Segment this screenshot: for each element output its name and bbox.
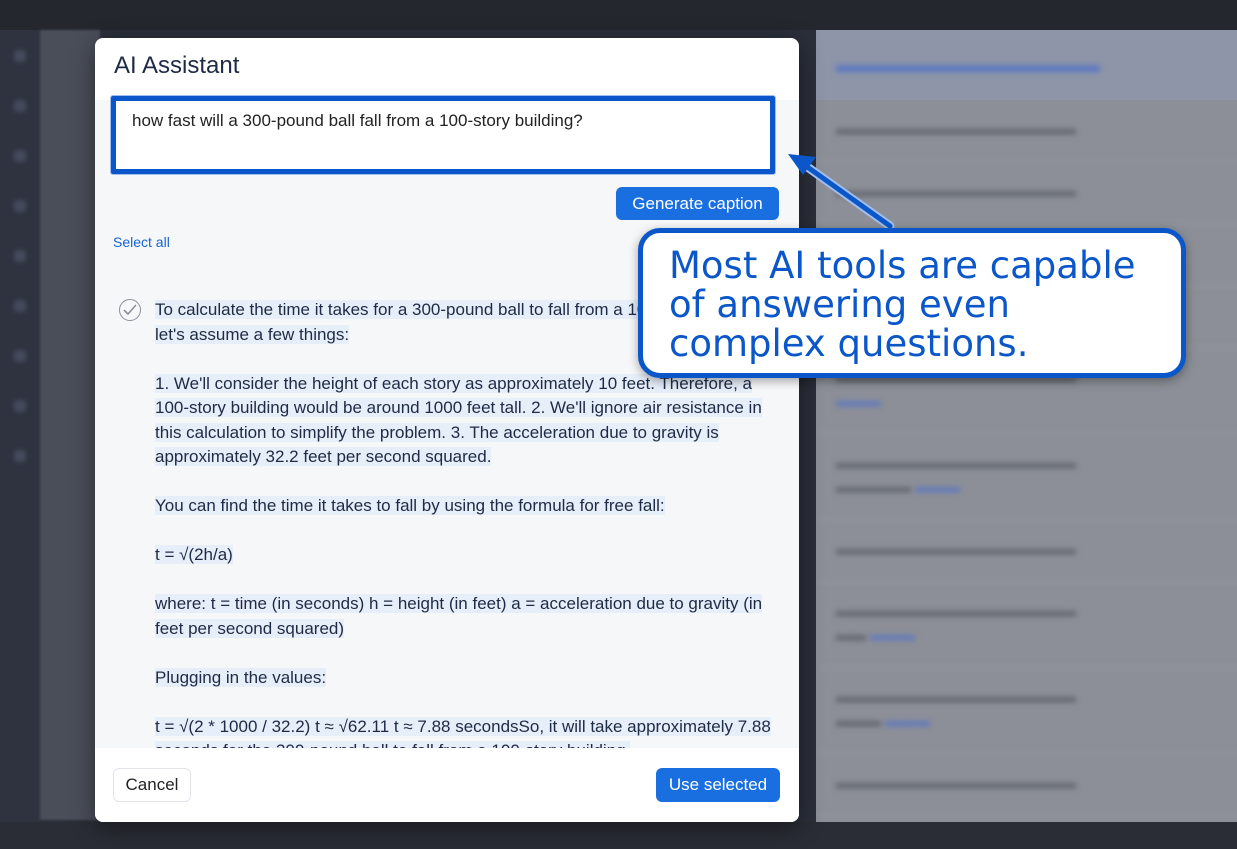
- answer-paragraph: t = √(2h/a): [155, 545, 233, 564]
- background-nav-icon: [14, 300, 26, 312]
- background-nav-icon: [14, 450, 26, 462]
- ai-assistant-dialog: AI Assistant how fast will a 300-pound b…: [95, 38, 799, 822]
- example-item-blurred: ▬▬▬▬▬▬▬▬▬▬▬▬▬▬▬▬: [816, 754, 1237, 816]
- example-item-blurred: ▬▬▬▬▬▬▬▬▬▬▬▬▬▬▬▬: [816, 162, 1237, 224]
- callout-text: Most AI tools are capable of answering e…: [669, 244, 1136, 365]
- answer-paragraph: 1. We'll consider the height of each sto…: [155, 373, 762, 466]
- dialog-title: AI Assistant: [114, 52, 240, 79]
- check-circle-icon[interactable]: [119, 299, 141, 321]
- background-nav-icon: [14, 250, 26, 262]
- examples-header: ▬▬▬▬▬▬▬▬▬▬▬▬: [816, 30, 1237, 100]
- use-selected-button[interactable]: Use selected: [656, 768, 780, 802]
- example-item-blurred: ▬▬▬▬▬▬▬▬▬▬▬▬▬▬▬▬ ▬▬ ▬▬▬: [816, 582, 1237, 668]
- background-nav-icon: [14, 50, 26, 62]
- answer-paragraph: where: t = time (in seconds) h = height …: [155, 594, 763, 638]
- answer-paragraph: You can find the time it takes to fall b…: [155, 496, 665, 515]
- example-item-blurred: ▬▬▬▬▬▬▬▬▬▬▬▬▬▬▬▬ ▬▬▬ ▬▬▬: [816, 668, 1237, 754]
- cancel-button[interactable]: Cancel: [113, 768, 191, 802]
- background-bottom-bar: [0, 822, 1237, 849]
- dialog-header: AI Assistant: [95, 38, 799, 100]
- prompt-input[interactable]: how fast will a 300-pound ball fall from…: [113, 100, 775, 174]
- example-item-blurred: ▬▬▬▬▬▬▬▬▬▬▬▬▬▬▬▬: [816, 520, 1237, 582]
- select-all-link[interactable]: Select all: [113, 234, 170, 250]
- annotation-callout: Most AI tools are capable of answering e…: [638, 228, 1186, 378]
- background-left-panel: [40, 30, 100, 820]
- background-nav-icon: [14, 350, 26, 362]
- background-nav-rail: [0, 30, 40, 849]
- background-nav-icon: [14, 200, 26, 212]
- answer-paragraph: Plugging in the values:: [155, 667, 327, 687]
- dialog-footer: Cancel Use selected: [95, 748, 799, 822]
- generate-caption-button[interactable]: Generate caption: [616, 187, 779, 220]
- examples-panel-blurred: ▬▬▬▬▬▬▬▬▬▬▬▬ ▬▬▬▬▬▬▬▬▬▬▬▬▬▬▬▬ ▬▬▬▬▬▬▬▬▬▬…: [816, 30, 1237, 822]
- example-item-blurred: ▬▬▬▬▬▬▬▬▬▬▬▬▬▬▬▬ ▬▬▬▬▬ ▬▬▬: [816, 434, 1237, 520]
- background-nav-icon: [14, 100, 26, 112]
- background-top-bar: [0, 0, 1237, 30]
- background-nav-icon: [14, 400, 26, 412]
- background-nav-icon: [14, 150, 26, 162]
- example-item-blurred: ▬▬▬▬▬▬▬▬▬▬▬▬▬▬▬▬: [816, 100, 1237, 162]
- examples-title-blurred: ▬▬▬▬▬▬▬▬▬▬▬▬: [836, 52, 1100, 77]
